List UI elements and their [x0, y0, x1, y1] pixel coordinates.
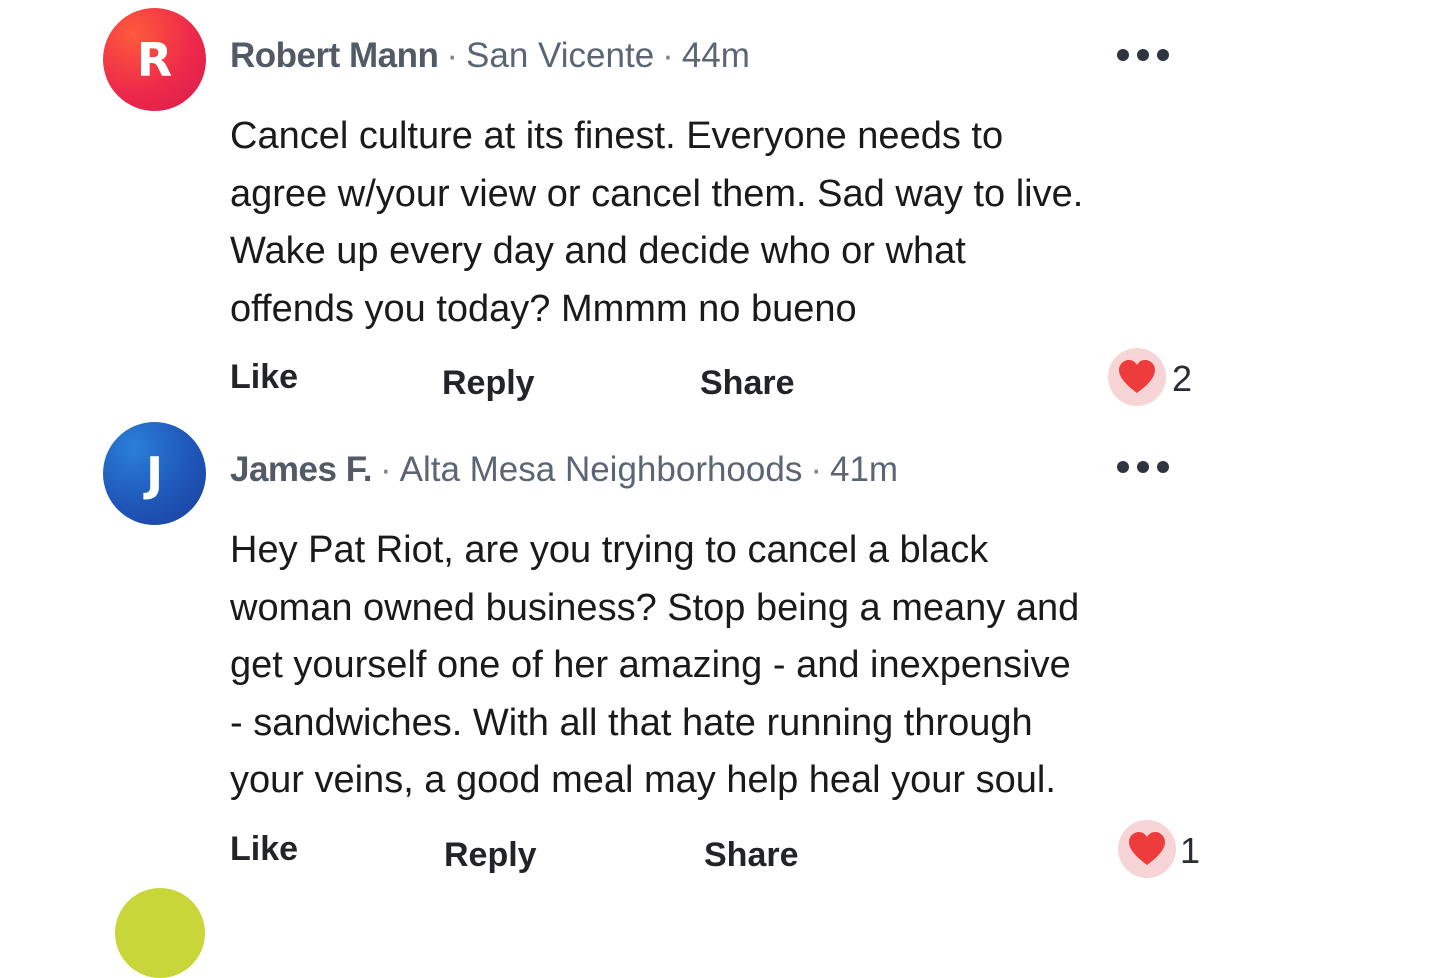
more-options-icon[interactable]: [1117, 460, 1169, 474]
comment-time: 41m: [830, 450, 899, 489]
reply-button[interactable]: Reply: [442, 364, 535, 403]
dot: [1117, 461, 1129, 473]
meta-separator: ·: [662, 36, 674, 75]
comment-line: offends you today? Mmmm no bueno: [230, 287, 857, 330]
reaction-count: 2: [1172, 358, 1193, 399]
more-options-icon[interactable]: [1117, 48, 1169, 62]
comment-line: Wake up every day and decide who or what: [230, 230, 966, 272]
comment-line: - sandwiches. With all that hate running…: [230, 701, 1033, 744]
like-button[interactable]: Like: [230, 358, 298, 397]
dot: [1157, 49, 1169, 61]
heart-icon: [1129, 832, 1165, 865]
meta-separator: ·: [446, 36, 459, 75]
share-button[interactable]: Share: [700, 364, 795, 403]
author-location[interactable]: San Vicente: [466, 36, 654, 75]
dot: [1157, 461, 1169, 473]
avatar[interactable]: J: [103, 422, 206, 525]
comment-meta: James F. · Alta Mesa Neighborhoods · 41m: [230, 450, 898, 490]
meta-separator: ·: [379, 450, 392, 489]
comment-line: your veins, a good meal may help heal yo…: [230, 759, 1056, 801]
comment-line: agree w/your view or cancel them. Sad wa…: [230, 172, 1084, 215]
like-button[interactable]: Like: [230, 830, 298, 869]
dot: [1117, 49, 1129, 61]
share-button[interactable]: Share: [704, 836, 799, 875]
comment-body: Cancel culture at its finest. Everyone n…: [230, 108, 1230, 338]
comment-meta: Robert Mann · San Vicente · 44m: [230, 36, 750, 76]
comment-line: Cancel culture at its finest. Everyone n…: [230, 115, 1004, 157]
meta-separator: ·: [810, 450, 822, 489]
comment-time: 44m: [681, 36, 750, 75]
comment-body: Hey Pat Riot, are you trying to cancel a…: [230, 522, 1230, 810]
reaction-button[interactable]: [1108, 348, 1166, 406]
dot: [1137, 461, 1149, 473]
reaction-button[interactable]: [1118, 820, 1176, 878]
avatar[interactable]: R: [103, 8, 206, 111]
avatar-letter: J: [145, 446, 164, 501]
comment-line: Hey Pat Riot, are you trying to cancel a…: [230, 529, 989, 571]
avatar[interactable]: [115, 888, 205, 978]
reply-button[interactable]: Reply: [444, 836, 537, 875]
heart-icon: [1119, 360, 1155, 393]
dot: [1137, 49, 1149, 61]
author-name[interactable]: James F.: [230, 450, 372, 489]
reaction-count: 1: [1180, 830, 1201, 871]
comment-line: get yourself one of her amazing - and in…: [230, 644, 1071, 686]
author-name[interactable]: Robert Mann: [230, 36, 439, 75]
author-location[interactable]: Alta Mesa Neighborhoods: [400, 450, 803, 489]
comment-line: woman owned business? Stop being a meany…: [230, 586, 1080, 629]
avatar-letter: R: [136, 32, 173, 87]
